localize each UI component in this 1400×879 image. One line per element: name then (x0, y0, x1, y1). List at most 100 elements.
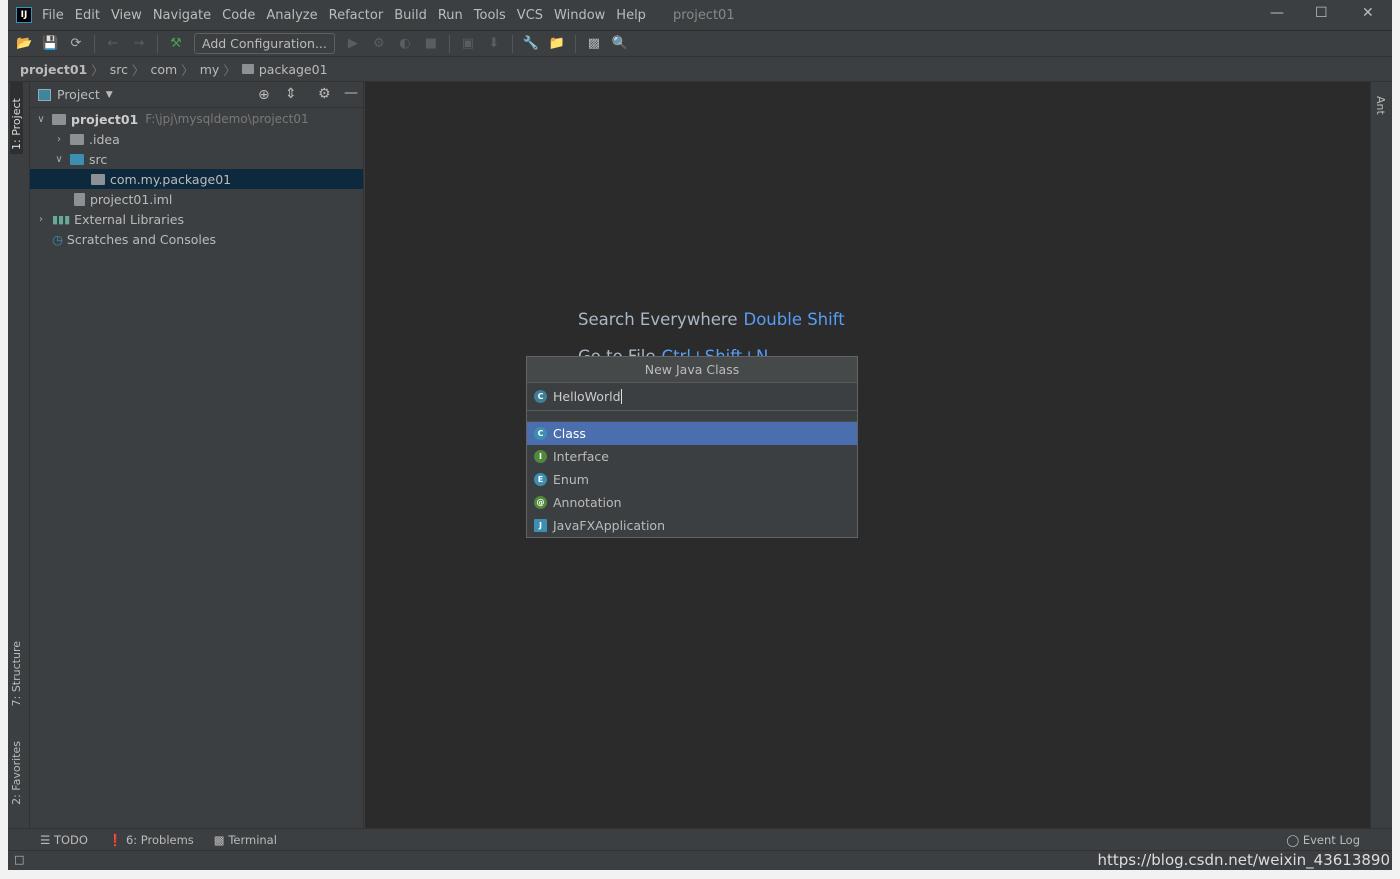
project-structure-icon[interactable]: 📁 (549, 36, 565, 52)
save-icon[interactable]: 💾 (42, 36, 58, 52)
close-button[interactable]: ✕ (1362, 5, 1374, 21)
tree-item-project01[interactable]: ∨ project01 F:\jpj\mysqldemo\project01 (30, 109, 363, 129)
debug-icon[interactable]: ⚙ (371, 36, 387, 52)
breadcrumb-src[interactable]: src (110, 62, 128, 77)
tree-label: com.my.package01 (110, 171, 232, 187)
project-view-icon (38, 88, 51, 101)
event-log-icon: ◯ (1286, 832, 1303, 847)
chevron-right-icon[interactable]: › (52, 134, 66, 145)
attach-icon[interactable]: ▣ (460, 36, 476, 52)
menu-help[interactable]: Help (616, 8, 646, 23)
tree-item-scratches[interactable]: ◷ Scratches and Consoles (30, 229, 363, 249)
gear-icon[interactable]: ⚙ (318, 86, 331, 102)
chevron-right-icon[interactable]: › (34, 214, 48, 225)
add-configuration-button[interactable]: Add Configuration... (194, 33, 335, 54)
ide-window: IJ File Edit View Navigate Code Analyze Refact… (8, 0, 1392, 870)
class-name-value: HelloWorld (553, 389, 621, 404)
breadcrumb-com[interactable]: com (151, 62, 178, 77)
option-javafx-application[interactable]: J JavaFXApplication (527, 514, 857, 537)
class-icon: C (534, 427, 547, 440)
run-icon[interactable]: ▶ (345, 36, 361, 52)
problems-tab[interactable]: ❗ 6: Problems (108, 833, 194, 847)
breadcrumb-project[interactable]: project01 (20, 62, 87, 77)
tab-label: TODO (53, 832, 88, 847)
chevron-down-icon[interactable]: ∨ (52, 154, 66, 165)
chevron-right-icon: 〉 (223, 62, 236, 78)
menu-run[interactable]: Run (438, 8, 463, 23)
update-icon[interactable]: ⬇ (486, 36, 502, 52)
tree-item-src[interactable]: ∨ src (30, 149, 363, 169)
class-name-input[interactable]: C HelloWorld (527, 383, 857, 411)
toggle-tool-windows-icon[interactable]: □ (14, 853, 24, 866)
menu-edit[interactable]: Edit (75, 8, 100, 23)
option-class[interactable]: C Class (527, 422, 857, 445)
locate-target-icon[interactable]: ⊕ (258, 87, 270, 103)
editor-area: Search Everywhere Double Shift Go to File… (365, 82, 1370, 828)
option-label: Annotation (553, 495, 622, 510)
divider (574, 34, 576, 53)
search-icon[interactable]: 🔍 (612, 36, 628, 52)
build-hammer-icon[interactable]: ⚒ (168, 36, 184, 52)
source-folder-icon (70, 153, 84, 165)
divider (527, 411, 857, 422)
left-tool-strip: 1: Project 7: Structure 2: Favorites (8, 82, 30, 828)
interface-icon: I (534, 450, 547, 463)
tab-label: Event Log (1302, 832, 1360, 847)
terminal-tab[interactable]: ▩ Terminal (214, 833, 277, 847)
option-label: Class (553, 426, 586, 441)
right-tool-strip: Ant (1370, 82, 1392, 828)
forward-arrow-icon[interactable]: → (131, 36, 147, 52)
project-view-selector[interactable]: Project (57, 87, 100, 102)
chevron-down-icon[interactable]: ∨ (34, 114, 48, 125)
divider (157, 34, 158, 53)
package-icon (91, 173, 105, 185)
event-log-tab[interactable]: ◯ Event Log (1286, 833, 1360, 847)
maximize-button[interactable]: ☐ (1315, 5, 1328, 21)
menu-build[interactable]: Build (394, 8, 427, 23)
folder-icon (70, 133, 84, 145)
tree-item-package[interactable]: com.my.package01 (30, 169, 363, 189)
menu-view[interactable]: View (111, 8, 142, 23)
tab-favorites[interactable]: 2: Favorites (10, 737, 23, 809)
tree-label: External Libraries (74, 211, 184, 227)
option-enum[interactable]: E Enum (527, 468, 857, 491)
menu-navigate[interactable]: Navigate (153, 8, 211, 23)
tab-project[interactable]: 1: Project (10, 82, 23, 154)
chevron-right-icon: 〉 (132, 62, 145, 78)
coverage-icon[interactable]: ◐ (397, 36, 413, 52)
menu-bar: File Edit View Navigate Code Analyze Refactor B… (42, 7, 657, 23)
menu-file[interactable]: File (42, 8, 64, 23)
tree-item-external-libraries[interactable]: › ▮▮▮ External Libraries (30, 209, 363, 229)
tab-structure[interactable]: 7: Structure (10, 637, 23, 710)
breadcrumb-package[interactable]: package01 (259, 62, 328, 77)
back-arrow-icon[interactable]: ← (105, 36, 121, 52)
menu-vcs[interactable]: VCS (517, 8, 543, 23)
tree-item-iml[interactable]: project01.iml (30, 189, 363, 209)
tree-item-idea[interactable]: › .idea (30, 129, 363, 149)
stop-icon[interactable]: ■ (423, 36, 439, 52)
collapse-all-icon[interactable]: ⇕ (285, 86, 297, 102)
option-annotation[interactable]: @ Annotation (527, 491, 857, 514)
watermark: https://blog.csdn.net/weixin_43613890 (1097, 851, 1390, 869)
breadcrumb-my[interactable]: my (200, 62, 220, 77)
menu-window[interactable]: Window (554, 8, 605, 23)
divider (94, 34, 95, 53)
sync-icon[interactable]: ⟳ (68, 36, 84, 52)
minimize-button[interactable]: — (1270, 5, 1284, 21)
menu-refactor[interactable]: Refactor (329, 8, 384, 23)
todo-tab[interactable]: ☰ TODO (40, 833, 88, 847)
hide-icon[interactable]: — (344, 85, 358, 101)
settings-wrench-icon[interactable]: 🔧 (523, 36, 539, 52)
title-bar: IJ File Edit View Navigate Code Analyze Refact… (8, 0, 1392, 30)
terminal-window-icon[interactable]: ▩ (586, 36, 602, 52)
menu-tools[interactable]: Tools (474, 8, 506, 23)
tab-ant[interactable]: Ant (1374, 92, 1387, 119)
chevron-right-icon: 〉 (181, 62, 194, 78)
divider (448, 34, 450, 53)
menu-code[interactable]: Code (222, 8, 255, 23)
option-interface[interactable]: I Interface (527, 445, 857, 468)
menu-analyze[interactable]: Analyze (266, 8, 317, 23)
chevron-down-icon[interactable]: ▼ (106, 90, 113, 100)
open-folder-icon[interactable]: 📂 (16, 36, 32, 52)
main-toolbar: 📂 💾 ⟳ ← → ⚒ Add Configuration... ▶ ⚙ ◐ ■… (8, 30, 1392, 57)
